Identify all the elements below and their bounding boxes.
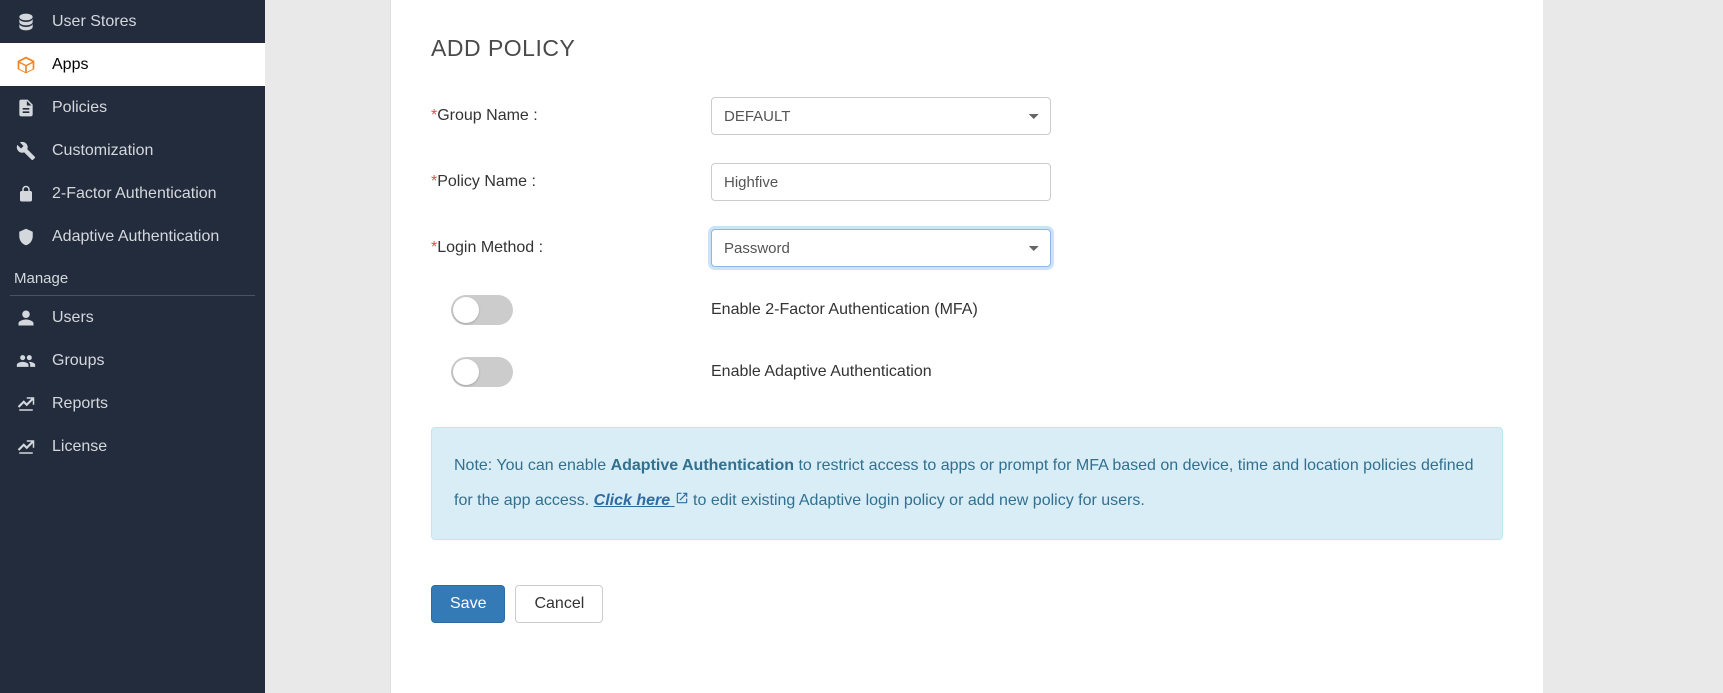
sidebar-item-label: Adaptive Authentication — [52, 228, 219, 246]
shield-icon — [14, 228, 38, 246]
sidebar-item-label: Reports — [52, 395, 108, 413]
login-method-select[interactable]: Password — [711, 229, 1051, 267]
toggle-knob — [453, 359, 479, 385]
cube-icon — [14, 55, 38, 75]
sidebar-item-label: Groups — [52, 352, 104, 370]
toggle-knob — [453, 297, 479, 323]
cancel-button[interactable]: Cancel — [515, 585, 603, 623]
chart-icon — [14, 395, 38, 413]
sidebar-item-label: User Stores — [52, 13, 136, 31]
main-content: ADD POLICY *Group Name : DEFAULT *Policy… — [390, 0, 1543, 693]
policy-name-label: *Policy Name : — [431, 173, 711, 191]
sidebar-item-customization[interactable]: Customization — [0, 129, 265, 172]
toggle-adaptive[interactable] — [451, 357, 513, 387]
users-icon — [14, 351, 38, 371]
click-here-link[interactable]: Click here — [594, 492, 689, 509]
database-icon — [14, 12, 38, 32]
document-icon — [14, 98, 38, 118]
save-button[interactable]: Save — [431, 585, 505, 623]
sidebar-item-label: Apps — [52, 56, 88, 74]
sidebar-item-2fa[interactable]: 2-Factor Authentication — [0, 172, 265, 215]
sidebar-item-apps[interactable]: Apps — [0, 43, 265, 86]
sidebar-item-label: 2-Factor Authentication — [52, 185, 217, 203]
sidebar-item-users[interactable]: Users — [0, 296, 265, 339]
sidebar-item-license[interactable]: License — [0, 425, 265, 468]
chart-icon — [14, 438, 38, 456]
wrench-icon — [14, 141, 38, 161]
sidebar-section-manage: Manage — [0, 258, 265, 295]
user-icon — [14, 309, 38, 327]
toggle-mfa-label: Enable 2-Factor Authentication (MFA) — [711, 301, 978, 319]
sidebar-item-label: Users — [52, 309, 94, 327]
sidebar-item-reports[interactable]: Reports — [0, 382, 265, 425]
sidebar-item-adaptive[interactable]: Adaptive Authentication — [0, 215, 265, 258]
sidebar-item-label: License — [52, 438, 107, 456]
sidebar-item-user-stores[interactable]: User Stores — [0, 0, 265, 43]
sidebar-item-policies[interactable]: Policies — [0, 86, 265, 129]
sidebar: User Stores Apps Policies Customization … — [0, 0, 265, 693]
note-box: Note: You can enable Adaptive Authentica… — [431, 427, 1503, 540]
toggle-adaptive-label: Enable Adaptive Authentication — [711, 363, 932, 381]
lock-icon — [14, 185, 38, 203]
policy-name-input[interactable] — [711, 163, 1051, 201]
group-name-label: *Group Name : — [431, 107, 711, 125]
sidebar-item-groups[interactable]: Groups — [0, 339, 265, 382]
sidebar-item-label: Policies — [52, 99, 107, 117]
toggle-mfa[interactable] — [451, 295, 513, 325]
external-link-icon — [675, 483, 689, 518]
login-method-label: *Login Method : — [431, 239, 711, 257]
page-title: ADD POLICY — [431, 35, 1503, 62]
group-name-select[interactable]: DEFAULT — [711, 97, 1051, 135]
sidebar-item-label: Customization — [52, 142, 153, 160]
